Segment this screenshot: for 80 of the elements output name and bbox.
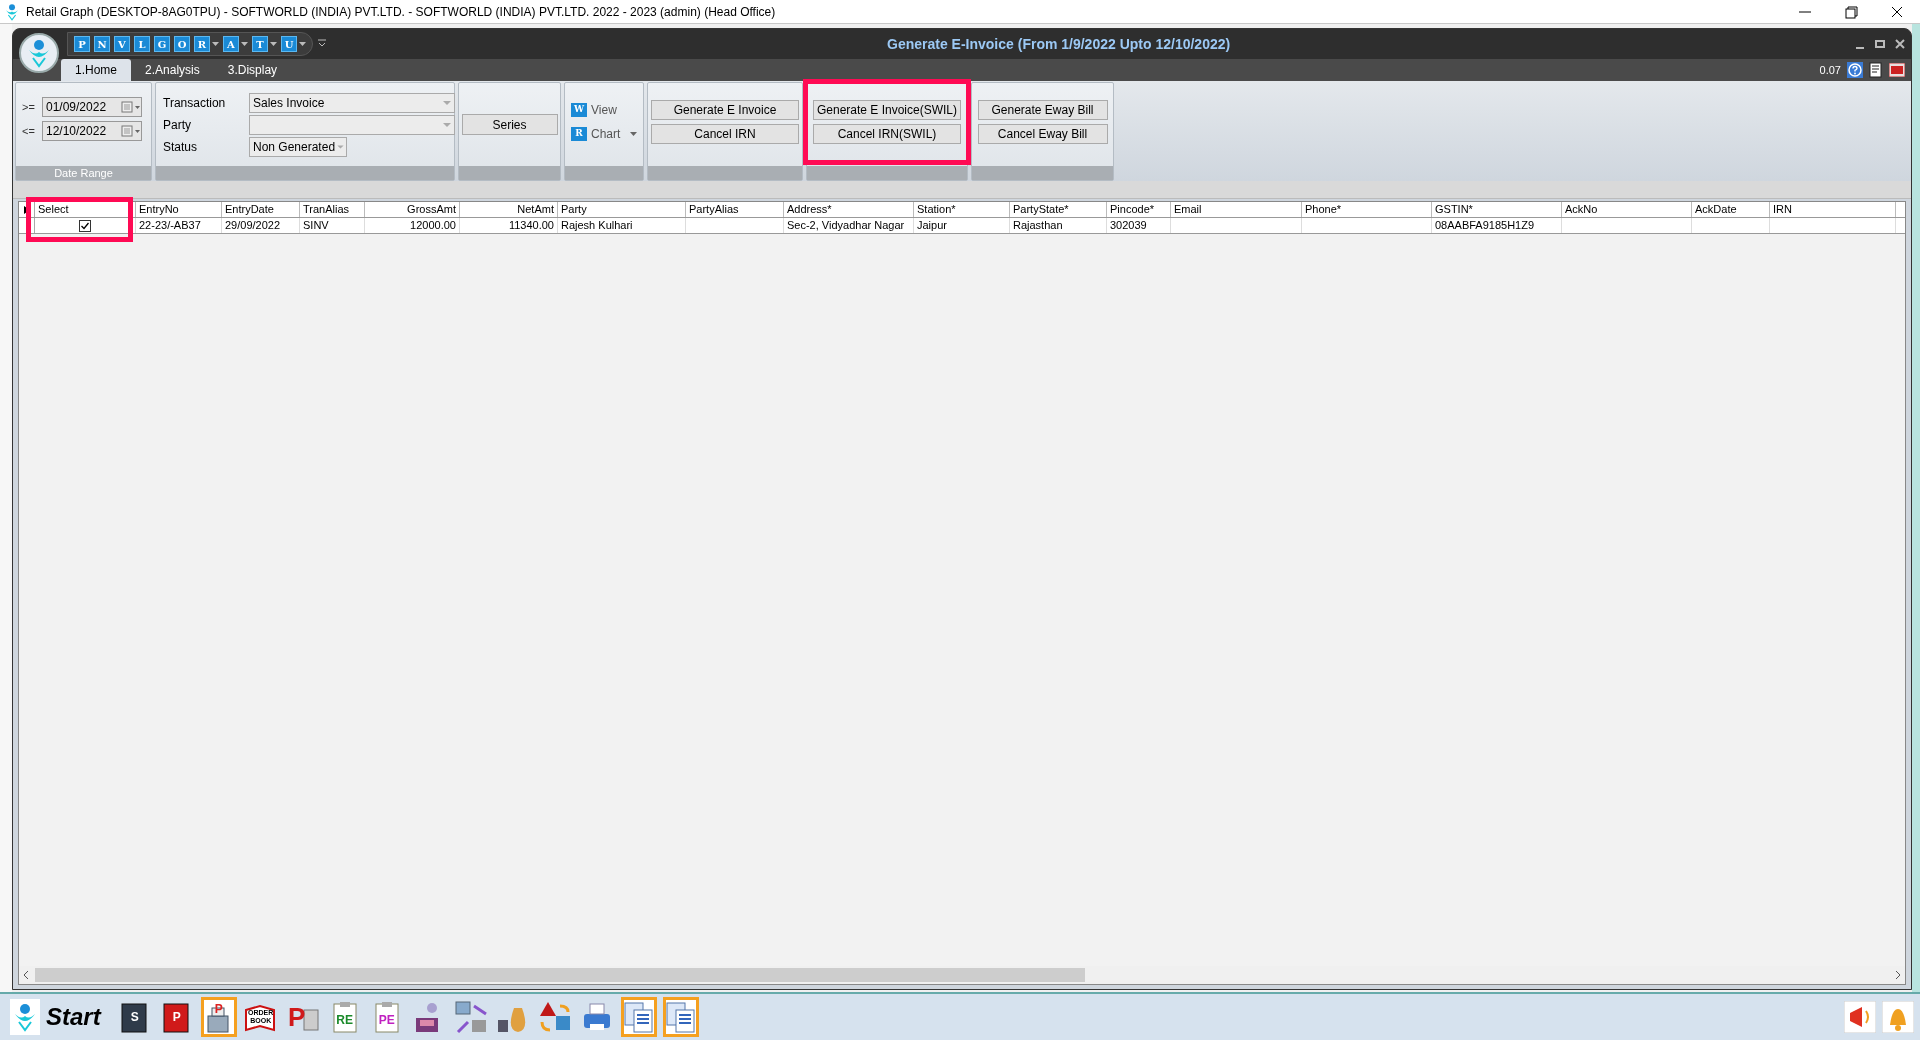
column-header[interactable]: GrossAmt [365, 202, 460, 217]
column-header[interactable]: PartyAlias [686, 202, 784, 217]
group-label: Date Range [54, 165, 113, 181]
customize-icon[interactable] [317, 39, 327, 49]
quick-access-button[interactable]: G [154, 36, 170, 52]
action-button[interactable]: Generate E Invoice(SWIL) [813, 100, 961, 120]
action-button[interactable]: Generate Eway Bill [977, 100, 1108, 120]
version-label: 0.07 [1819, 62, 1841, 78]
maximize-icon[interactable] [1875, 39, 1885, 49]
document-icon[interactable] [1869, 62, 1883, 78]
column-header[interactable]: GSTIN* [1432, 202, 1562, 217]
column-header[interactable]: EntryNo [136, 202, 222, 217]
exit-icon[interactable] [1889, 63, 1905, 77]
action-button[interactable]: Cancel Eway Bill [977, 124, 1108, 144]
column-header[interactable]: Email [1171, 202, 1302, 217]
table-cell: Rajasthan [1010, 218, 1107, 233]
column-header[interactable]: Select [35, 202, 136, 217]
column-header[interactable]: Pincode* [1107, 202, 1171, 217]
start-button[interactable]: Start [10, 999, 101, 1035]
documents-icon[interactable] [620, 997, 657, 1037]
date-field[interactable]: 01/09/2022 [42, 97, 142, 117]
column-header[interactable]: TranAlias [300, 202, 365, 217]
date-field[interactable]: 12/10/2022 [42, 121, 142, 141]
column-header[interactable]: AckNo [1562, 202, 1692, 217]
help-icon[interactable] [1847, 62, 1863, 78]
table-cell: Jaipur [914, 218, 1010, 233]
quick-access-button[interactable]: N [94, 36, 110, 52]
app-logo[interactable] [19, 33, 59, 73]
table-cell: 22-23/-AB37 [136, 218, 222, 233]
action-button[interactable]: Cancel IRN(SWIL) [813, 124, 961, 144]
table-cell: 29/09/2022 [222, 218, 300, 233]
window-title: Retail Graph (DESKTOP-8AG0TPU) - SOFTWORLD (INDIA) PVT.LTD. - SOFTWORLD (INDIA) PVT.LTD. 2022 - 2023 (admin) (Head Office) [26, 3, 776, 21]
column-header[interactable]: Address* [784, 202, 914, 217]
action-button[interactable]: Cancel IRN [651, 124, 799, 144]
filter-label: Transaction [163, 95, 227, 112]
quick-access-button[interactable]: V [114, 36, 130, 52]
column-header[interactable]: PartyState* [1010, 202, 1107, 217]
table-cell: SINV [300, 218, 365, 233]
close-icon[interactable] [1895, 39, 1905, 49]
documents-icon[interactable] [662, 997, 699, 1037]
table-cell: Sec-2, Vidyadhar Nagar [784, 218, 914, 233]
column-header[interactable]: Phone* [1302, 202, 1432, 217]
dropdown-field[interactable]: Sales Invoice [249, 93, 455, 113]
operator-label: <= [22, 123, 36, 139]
column-header[interactable]: NetAmt [460, 202, 558, 217]
checkbox[interactable] [79, 219, 91, 232]
ribbon-menu-button[interactable]: R Chart [571, 125, 639, 143]
table-cell: 302039 [1107, 218, 1171, 233]
quick-access-button[interactable]: P [74, 36, 90, 52]
cash-register-icon[interactable]: P [200, 997, 237, 1037]
filter-label: Party [163, 117, 192, 134]
form-title: Generate E-Invoice (From 1/9/2022 Upto 12/10/2022) [887, 34, 1231, 54]
calendar-icon[interactable] [121, 125, 141, 137]
app-logo-icon [4, 2, 20, 21]
ribbon-tab[interactable]: 1.Home [61, 59, 132, 81]
quick-access-button[interactable]: O [174, 36, 190, 52]
column-header[interactable]: Party [558, 202, 686, 217]
table-cell: 08AABFA9185H1Z9 [1432, 218, 1562, 233]
ribbon-tab[interactable]: 3.Display [213, 59, 292, 81]
column-header[interactable]: Station* [914, 202, 1010, 217]
operator-label: >= [22, 99, 36, 115]
ribbon-menu-button[interactable]: W View [571, 101, 639, 119]
series-button[interactable]: Series [461, 114, 558, 135]
calendar-icon[interactable] [121, 101, 141, 113]
action-button[interactable]: Generate E Invoice [651, 100, 799, 120]
scrollbar-thumb[interactable] [35, 968, 1085, 982]
app-logo-icon [13, 1002, 37, 1032]
column-header[interactable]: IRN [1770, 202, 1896, 217]
dropdown-field[interactable] [249, 115, 455, 135]
column-header[interactable]: AckDate [1692, 202, 1770, 217]
filter-label: Status [163, 139, 199, 156]
dropdown-field[interactable]: Non Generated [249, 137, 347, 157]
table-cell: 12000.00 [365, 218, 460, 233]
table-row[interactable]: 22-23/-AB37 29/09/2022 SINV 12000.00 11340.00 Rajesh Kulhari Sec-2, Vidyadhar Nagar Jaipur Rajasthan 302039 08AABFA9185H1Z9 [19, 218, 1905, 234]
table-cell: 11340.00 [460, 218, 558, 233]
ribbon-tab[interactable]: 2.Analysis [131, 59, 214, 81]
column-header[interactable]: EntryDate [222, 202, 300, 217]
megaphone-icon[interactable] [1844, 1001, 1876, 1033]
quick-access-button[interactable]: L [134, 36, 150, 52]
table-cell: Rajesh Kulhari [558, 218, 686, 233]
